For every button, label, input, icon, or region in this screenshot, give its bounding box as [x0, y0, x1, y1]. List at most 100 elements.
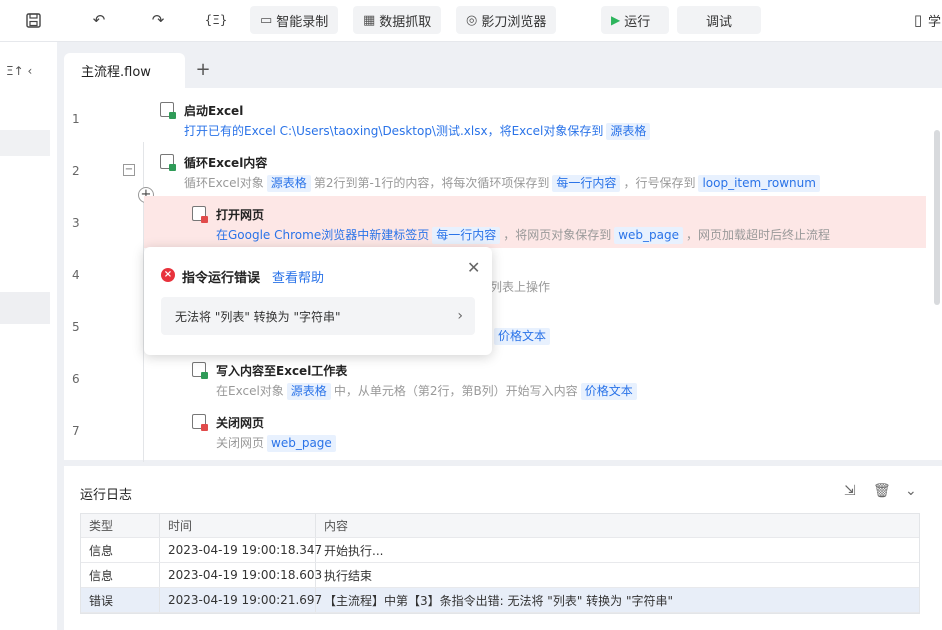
left-sidebar: Ξ↑ ‹ — [0, 42, 57, 630]
close-icon[interactable]: ✕ — [467, 258, 480, 277]
line-number: 7 — [72, 424, 80, 438]
table-icon: ▦ — [363, 12, 376, 28]
table-row[interactable]: 信息 2023-04-19 19:00:18.603 执行结束 — [81, 563, 919, 588]
variable-tag[interactable]: 价格文本 — [580, 383, 637, 400]
step-description: 在Excel对象 源表格 中，从单元格（第2行，第B列）开始写入内容 价格文本 — [216, 382, 640, 400]
tab-main-flow[interactable]: 主流程.flow — [64, 53, 185, 88]
flow-step[interactable]: 7 关闭网页 关闭网页 web_page — [64, 404, 926, 456]
variable-tag[interactable]: 源表格 — [266, 175, 311, 192]
debug-button[interactable]: 调试 — [677, 6, 761, 34]
flow-step[interactable]: 2 循环Excel内容 循环Excel对象 源表格 第2行到第-1行的内容，将每次循… — [64, 144, 926, 196]
data-grab-label: 数据抓取 — [379, 14, 432, 30]
variable-tag[interactable]: loop_item_rownum — [698, 175, 820, 192]
save-icon[interactable] — [21, 9, 45, 31]
log-title: 运行日志 — [80, 488, 133, 503]
variable-tag[interactable]: 每一行内容 — [552, 175, 621, 192]
flow-step[interactable]: 1 启动Excel 打开已有的Excel C:\Users\taoxing\De… — [64, 92, 926, 144]
step-desc-text: 在Google Chrome浏览器中新建标签页 — [216, 228, 430, 242]
run-label: 运行 — [624, 14, 651, 30]
log-type: 信息 — [81, 563, 160, 587]
sidebar-item[interactable] — [0, 130, 50, 156]
undo-icon[interactable]: ↶ — [87, 9, 111, 31]
log-content: 【主流程】中第【3】条指令出错: 无法将 "列表" 转换为 "字符串" — [324, 593, 674, 608]
step-desc-text: 打开已有的Excel C:\Users\taoxing\Desktop\测试.x… — [184, 124, 604, 138]
vertical-scrollbar[interactable] — [934, 130, 940, 305]
variable-tag[interactable]: 源表格 — [286, 383, 331, 400]
browser-page-icon — [192, 206, 208, 223]
step-title: 循环Excel内容 — [184, 156, 268, 170]
close-page-icon — [192, 414, 208, 431]
flow-step[interactable]: 6 写入内容至Excel工作表 在Excel对象 源表格 中，从单元格（第2行，第B… — [64, 352, 926, 404]
camera-icon: ▭ — [260, 12, 273, 28]
step-desc-text: 关闭网页 — [216, 436, 265, 450]
column-header: 时间 — [160, 514, 316, 537]
tab-bar: 主流程.flow + — [64, 50, 942, 88]
export-icon[interactable]: ⇲ — [844, 483, 856, 499]
error-message-text: 无法将 "列表" 转换为 "字符串" — [175, 309, 341, 324]
collapse-toggle[interactable]: − — [123, 164, 135, 176]
help-link[interactable]: 查看帮助 — [272, 267, 324, 286]
step-desc-text: 第2行到第-1行的内容，将每次循环项保存到 — [313, 176, 550, 190]
log-content: 开始执行... — [324, 543, 384, 558]
line-number: 4 — [72, 268, 80, 282]
log-table: 类型 时间 内容 信息 2023-04-19 19:00:18.347 开始执行… — [80, 513, 920, 614]
run-button[interactable]: ▶ 运行 — [601, 6, 669, 34]
variable-tag[interactable]: 价格文本 — [494, 328, 551, 345]
table-row-error[interactable]: 错误 2023-04-19 19:00:21.697 【主流程】中第【3】条指令… — [81, 588, 919, 613]
table-row[interactable]: 信息 2023-04-19 19:00:18.347 开始执行... — [81, 538, 919, 563]
line-number: 6 — [72, 372, 80, 386]
data-grab-button[interactable]: ▦ 数据抓取 — [353, 6, 442, 34]
log-time: 2023-04-19 19:00:21.697 — [160, 588, 322, 612]
excel-write-icon — [192, 362, 208, 379]
sidebar-item[interactable] — [0, 292, 50, 324]
redo-icon[interactable]: ↷ — [146, 9, 170, 31]
add-tab-icon[interactable]: + — [192, 58, 214, 80]
trash-icon[interactable]: 🗑 — [873, 483, 891, 499]
step-description: 在Google Chrome浏览器中新建标签页 每一行内容 ，将网页对象保存到 web… — [216, 226, 830, 244]
chevron-down-icon[interactable]: ⌄ — [905, 483, 917, 499]
learn-label[interactable]: 学 — [928, 11, 941, 30]
step-title: 打开网页 — [216, 208, 265, 222]
smart-record-button[interactable]: ▭ 智能录制 — [250, 6, 339, 34]
variable-tag[interactable]: web_page — [614, 227, 684, 244]
variable-tag[interactable]: 源表格 — [606, 123, 651, 140]
step-description: 循环Excel对象 源表格 第2行到第-1行的内容，将每次循环项保存到 每一行内容 ，行… — [184, 174, 823, 192]
table-header: 类型 时间 内容 — [81, 514, 919, 538]
code-icon[interactable]: {Ξ} — [203, 9, 229, 31]
browser-label: 影刀浏览器 — [481, 14, 547, 30]
log-time: 2023-04-19 19:00:18.603 — [160, 563, 322, 587]
step-desc-text: 在Excel对象 — [216, 384, 284, 398]
debug-label: 调试 — [705, 14, 732, 30]
chevron-right-icon: › — [457, 308, 463, 324]
step-desc-text: ，将网页对象保存到 — [503, 228, 612, 242]
run-log-panel: 运行日志 ⇲ 🗑 ⌄ 类型 时间 内容 信息 2023-04-19 19:00:… — [64, 466, 942, 630]
column-header: 类型 — [81, 514, 160, 537]
step-description: 列表上操作 — [490, 280, 551, 294]
excel-loop-icon — [160, 154, 176, 171]
line-number: 5 — [72, 320, 80, 334]
excel-icon — [160, 102, 176, 119]
step-title: 启动Excel — [184, 104, 244, 118]
step-desc-text: ，网页加载超时后终止流程 — [686, 228, 831, 242]
book-icon[interactable]: ▯ — [906, 9, 930, 31]
flow-step-error[interactable]: 打开网页 在Google Chrome浏览器中新建标签页 每一行内容 ，将网页对象保… — [144, 196, 926, 248]
error-title: 指令运行错误 — [182, 271, 261, 286]
step-desc-text: 循环Excel对象 — [184, 176, 264, 190]
log-time: 2023-04-19 19:00:18.347 — [160, 538, 322, 562]
browser-icon: ◎ — [466, 12, 478, 28]
play-icon: ▶ — [611, 13, 621, 27]
error-icon: × — [161, 268, 175, 282]
log-type: 错误 — [81, 588, 160, 612]
variable-tag[interactable]: 每一行内容 — [432, 227, 501, 244]
line-number: 3 — [72, 216, 80, 230]
smart-record-label: 智能录制 — [276, 14, 329, 30]
browser-button[interactable]: ◎ 影刀浏览器 — [456, 6, 557, 34]
line-number: 1 — [72, 112, 80, 126]
log-content: 执行结束 — [324, 568, 373, 583]
variable-tag[interactable]: web_page — [267, 435, 336, 452]
line-number: 2 — [72, 164, 80, 178]
log-type: 信息 — [81, 538, 160, 562]
error-message[interactable]: 无法将 "列表" 转换为 "字符串" › — [161, 297, 475, 335]
step-title: 关闭网页 — [216, 416, 265, 430]
sidebar-collapse-control[interactable]: Ξ↑ ‹ — [6, 64, 32, 78]
